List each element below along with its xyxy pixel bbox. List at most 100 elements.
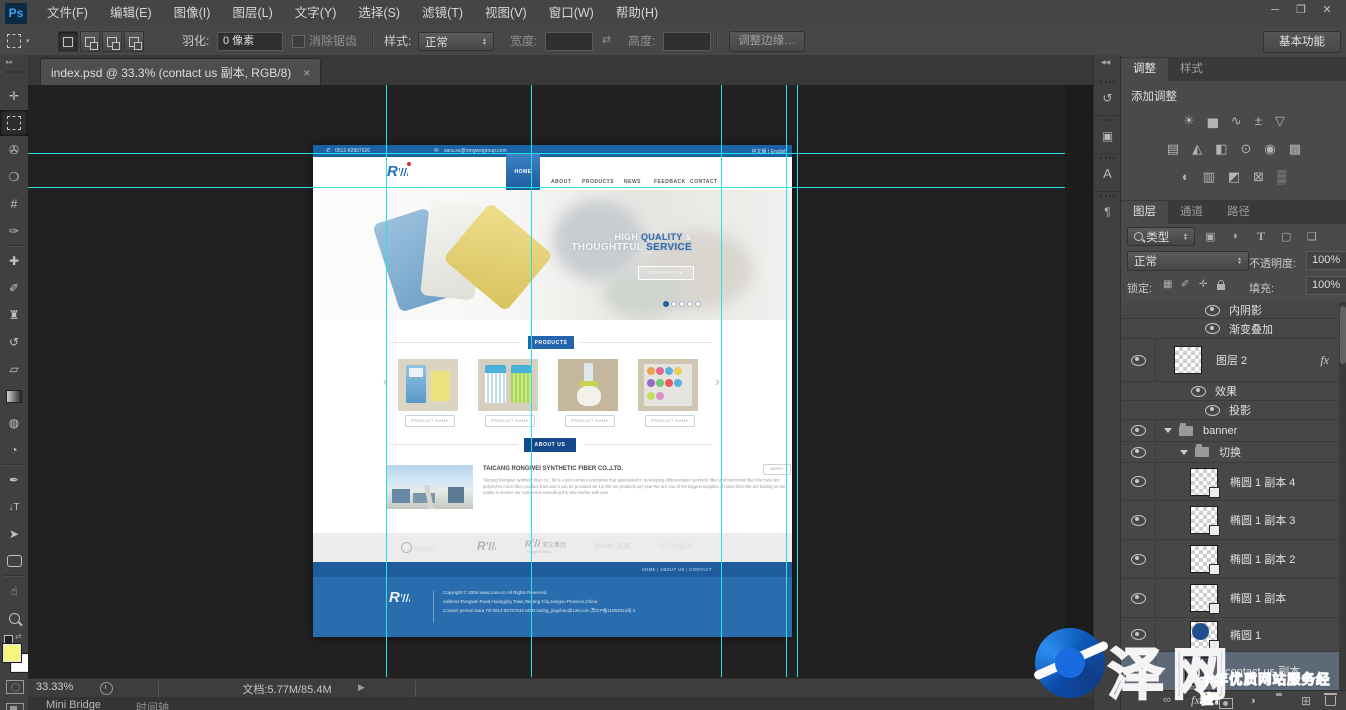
curves-icon[interactable]: ∿: [1231, 113, 1242, 129]
layer-effect-drop-shadow[interactable]: 投影: [1121, 401, 1346, 420]
clone-stamp-tool[interactable]: ♜: [0, 302, 28, 328]
tool-preset-caret-icon[interactable]: ▾: [26, 37, 30, 45]
filter-shape-layers-icon[interactable]: ▢: [1281, 230, 1291, 243]
blend-mode-select[interactable]: 正常: [1127, 251, 1249, 271]
layer-row-ellipse-copy2[interactable]: 椭圆 1 副本 2: [1121, 540, 1339, 579]
menu-view[interactable]: 视图(V): [474, 0, 538, 27]
guide-vertical[interactable]: [386, 85, 387, 677]
pen-tool[interactable]: ✒: [0, 467, 28, 493]
visibility-eye-icon[interactable]: [1131, 515, 1146, 526]
minimize-button[interactable]: ─: [1262, 0, 1288, 20]
toolbar-collapse-icon[interactable]: ▸▸: [6, 58, 13, 66]
menu-window[interactable]: 窗口(W): [538, 0, 605, 27]
guide-vertical[interactable]: [797, 85, 798, 677]
layer-group-qiehuan[interactable]: 切换: [1121, 442, 1339, 463]
layer-thumbnail[interactable]: [1174, 346, 1202, 374]
black-white-icon[interactable]: ◧: [1215, 141, 1227, 157]
rectangular-marquee-tool[interactable]: [0, 110, 28, 136]
document-tab[interactable]: index.psd @ 33.3% (contact us 副本, RGB/8)…: [40, 58, 321, 86]
fill-value[interactable]: 100%: [1306, 276, 1346, 295]
channel-mixer-icon[interactable]: ◉: [1264, 141, 1275, 157]
lock-transparent-icon[interactable]: ▦: [1163, 279, 1172, 290]
levels-icon[interactable]: ▅: [1208, 113, 1218, 129]
healing-brush-tool[interactable]: ✚: [0, 248, 28, 274]
filter-type-layers-icon[interactable]: T: [1257, 229, 1265, 244]
threshold-icon[interactable]: ◩: [1228, 169, 1240, 185]
history-brush-tool[interactable]: ↺: [0, 329, 28, 355]
workspace-button[interactable]: 基本功能: [1263, 31, 1341, 53]
layer-row-layer2[interactable]: 图层 2 fx: [1121, 339, 1339, 382]
posterize-icon[interactable]: ▥: [1203, 169, 1215, 185]
gradient-tool[interactable]: [0, 383, 28, 409]
refine-edge-button[interactable]: 调整边缘…: [729, 31, 805, 52]
history-panel-icon[interactable]: ↺: [1097, 87, 1118, 108]
toolbar-grip[interactable]: [6, 71, 22, 73]
tab-close-icon[interactable]: ×: [303, 66, 310, 80]
screen-mode-button[interactable]: [6, 703, 24, 710]
visibility-eye-icon[interactable]: [1191, 386, 1206, 397]
guide-vertical[interactable]: [531, 85, 532, 677]
vibrance-icon[interactable]: ▽: [1275, 113, 1285, 129]
visibility-eye-icon[interactable]: [1131, 476, 1146, 487]
path-selection-tool[interactable]: ➤: [0, 521, 28, 547]
feather-input[interactable]: 0 像素: [217, 32, 283, 51]
visibility-eye-icon[interactable]: [1131, 593, 1146, 604]
style-select[interactable]: 正常: [418, 32, 494, 51]
blur-tool[interactable]: ◍: [0, 410, 28, 436]
brush-tool[interactable]: ✐: [0, 275, 28, 301]
layer-thumbnail[interactable]: [1190, 584, 1218, 612]
height-input[interactable]: [663, 32, 711, 51]
menu-select[interactable]: 选择(S): [347, 0, 411, 27]
quick-mask-button[interactable]: [6, 680, 24, 694]
tab-adjustments[interactable]: 调整: [1121, 58, 1168, 81]
lock-all-icon[interactable]: [1217, 277, 1225, 295]
exposure-icon[interactable]: ±: [1255, 113, 1262, 129]
eraser-tool[interactable]: ▱: [0, 356, 28, 382]
document-size-info[interactable]: 文档:5.77M/85.4M: [158, 681, 416, 697]
visibility-eye-icon[interactable]: [1205, 405, 1220, 416]
menu-edit[interactable]: 编辑(E): [99, 0, 163, 27]
properties-panel-icon[interactable]: ▣: [1097, 125, 1118, 146]
quick-selection-tool[interactable]: ❍: [0, 164, 28, 190]
layer-thumbnail[interactable]: [1190, 545, 1218, 573]
layer-filter-select[interactable]: 类型: [1127, 227, 1195, 246]
swap-swatches-icon[interactable]: ⇄: [15, 632, 22, 641]
filter-smart-objects-icon[interactable]: ❏: [1307, 230, 1317, 243]
group-expand-icon[interactable]: [1164, 428, 1172, 433]
width-input[interactable]: [545, 32, 593, 51]
visibility-eye-icon[interactable]: [1131, 425, 1146, 436]
selective-color-icon[interactable]: ⊠: [1253, 169, 1264, 185]
close-button[interactable]: ✕: [1314, 0, 1340, 20]
character-panel-icon[interactable]: A: [1097, 163, 1118, 184]
crop-tool[interactable]: #: [0, 191, 28, 217]
type-tool[interactable]: ↓T: [0, 494, 28, 520]
tab-mini-bridge[interactable]: Mini Bridge: [46, 699, 101, 710]
guide-horizontal[interactable]: [28, 153, 1065, 154]
visibility-eye-icon[interactable]: [1205, 323, 1220, 334]
hand-tool[interactable]: ☝: [0, 578, 28, 604]
guide-vertical[interactable]: [786, 85, 787, 677]
visibility-eye-icon[interactable]: [1205, 305, 1220, 316]
current-tool-icon[interactable]: [7, 34, 21, 53]
intersect-selection-button[interactable]: [124, 31, 144, 52]
menu-layer[interactable]: 图层(L): [221, 0, 283, 27]
dock-expand-icon[interactable]: ◀◀: [1101, 59, 1110, 66]
invert-icon[interactable]: ◐: [1182, 169, 1190, 185]
menu-filter[interactable]: 滤镜(T): [411, 0, 474, 27]
menu-image[interactable]: 图像(I): [163, 0, 222, 27]
layer-row-ellipse-copy[interactable]: 椭圆 1 副本: [1121, 579, 1339, 618]
layer-effects-header[interactable]: 效果: [1121, 382, 1346, 401]
filter-pixel-layers-icon[interactable]: ▣: [1205, 230, 1215, 243]
color-lookup-icon[interactable]: ▩: [1289, 141, 1301, 157]
tab-layers[interactable]: 图层: [1121, 201, 1168, 224]
color-balance-icon[interactable]: ◭: [1192, 141, 1202, 157]
dodge-tool[interactable]: ◔: [0, 437, 28, 463]
filter-adjustment-layers-icon[interactable]: ◑: [1231, 230, 1238, 242]
layer-row-ellipse-copy4[interactable]: 椭圆 1 副本 4: [1121, 463, 1339, 501]
guide-horizontal[interactable]: [28, 187, 1065, 188]
tab-timeline[interactable]: 时间轴: [136, 699, 169, 710]
move-tool[interactable]: ✛: [0, 83, 28, 109]
lock-position-icon[interactable]: ✛: [1199, 279, 1207, 290]
layers-scrollbar[interactable]: [1339, 302, 1346, 690]
tab-paths[interactable]: 路径: [1215, 201, 1262, 224]
